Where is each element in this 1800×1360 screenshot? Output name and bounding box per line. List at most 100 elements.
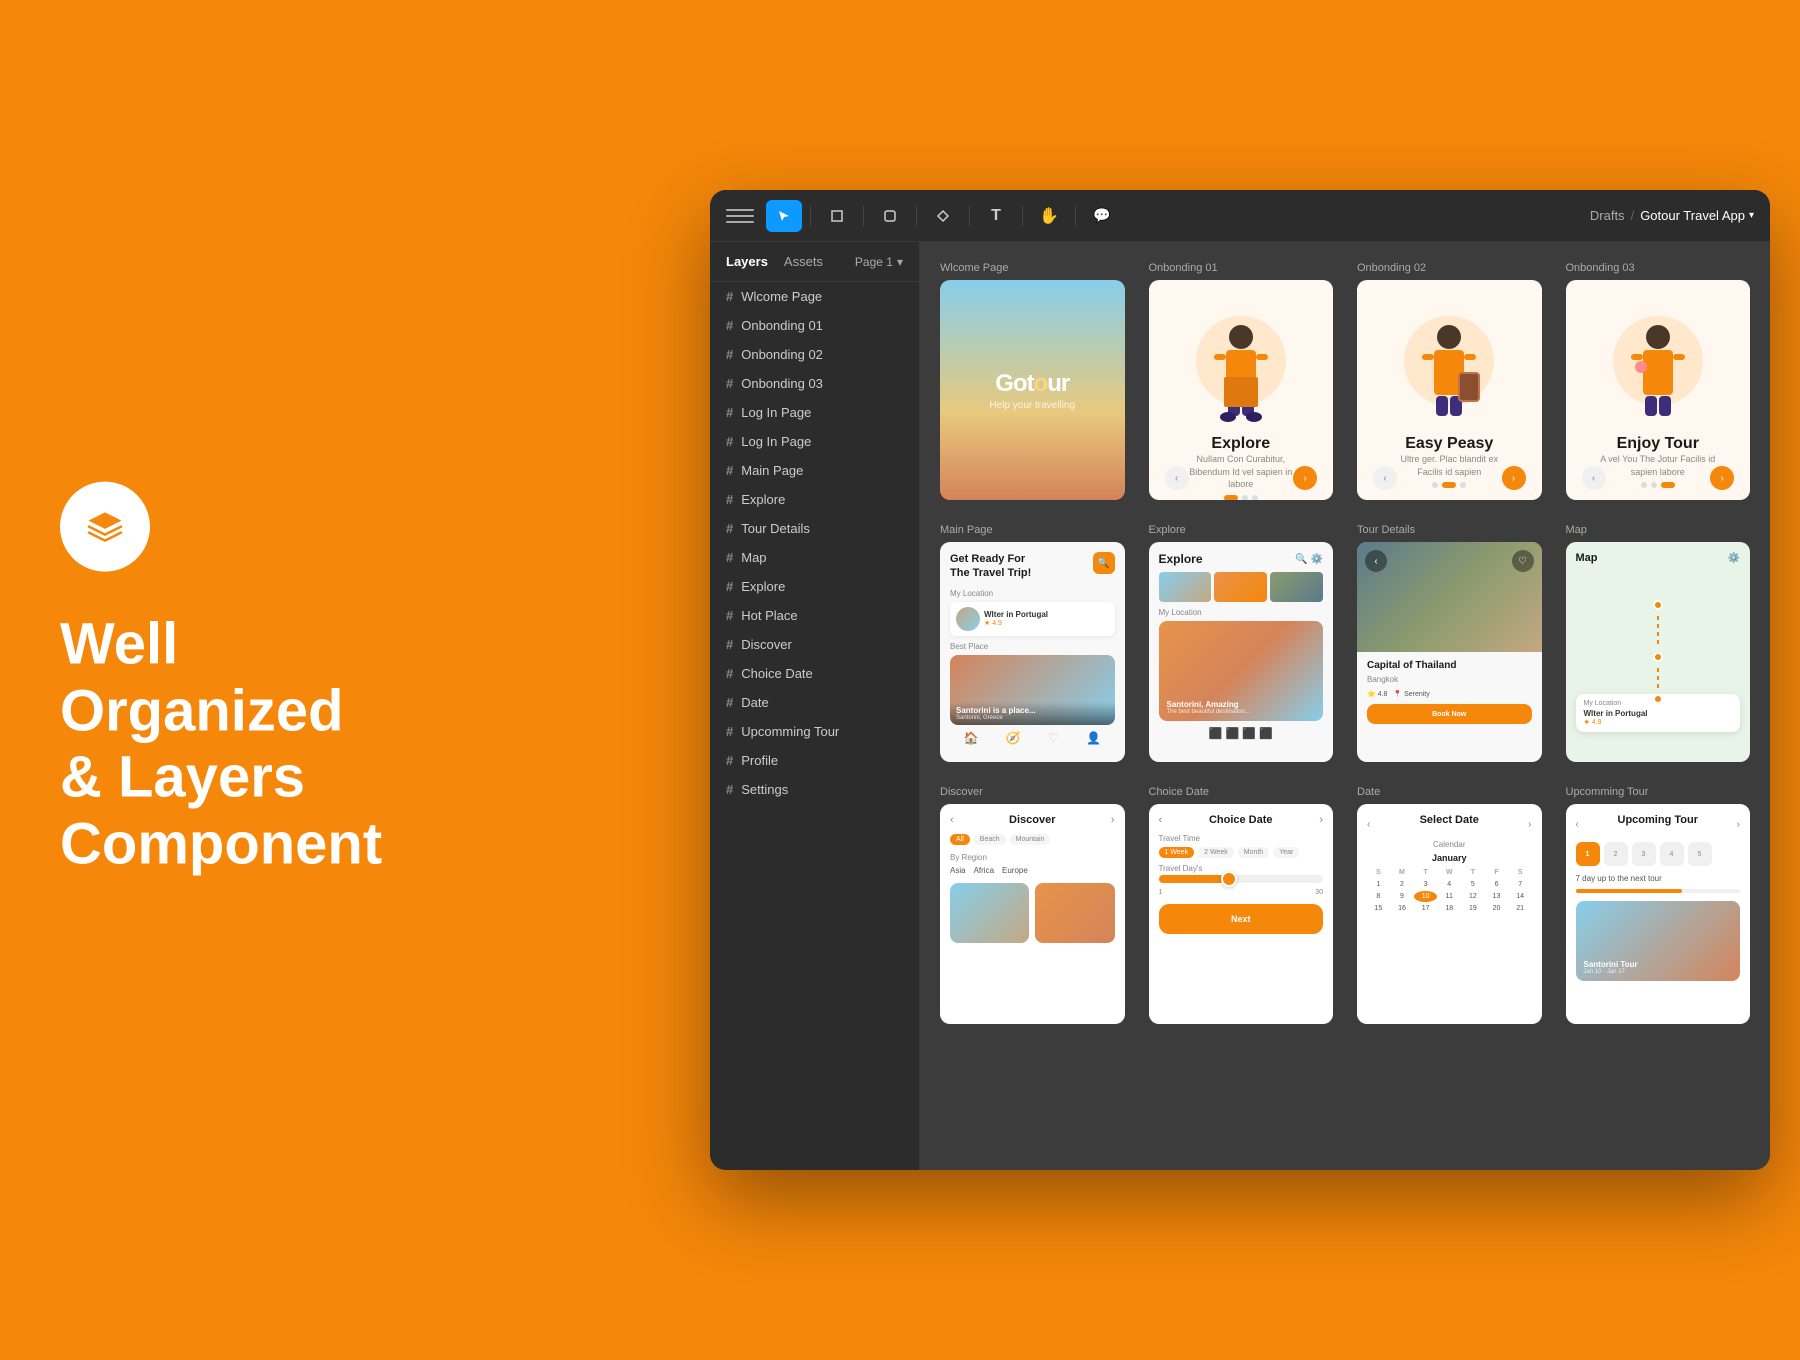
cal-2[interactable]: 2 [1391, 879, 1414, 890]
prev-arrow[interactable]: ‹ [1582, 466, 1606, 490]
cal-12[interactable]: 12 [1462, 891, 1485, 902]
shape-tool[interactable] [872, 200, 908, 232]
home-nav[interactable]: ⬛ [1209, 727, 1223, 740]
home-icon[interactable]: 🏠 [964, 731, 979, 745]
search-nav[interactable]: ⬛ [1226, 727, 1240, 740]
time-opt-year[interactable]: Year [1273, 847, 1299, 858]
time-opt-1week[interactable]: 1 Week [1159, 847, 1195, 858]
heart-icon[interactable]: ♡ [1048, 731, 1059, 745]
my-location-label: My Location [950, 589, 1115, 598]
layer-item-onboarding2[interactable]: # Onbonding 02 [710, 340, 919, 369]
region-africa[interactable]: Africa [974, 866, 994, 875]
cal-17[interactable]: 17 [1414, 903, 1437, 914]
next-arrow[interactable]: › [1502, 466, 1526, 490]
frame-label-upcoming: Upcomming Tour [1566, 786, 1751, 798]
menu-button[interactable] [726, 202, 754, 230]
layer-item-upcoming[interactable]: # Upcomming Tour [710, 717, 919, 746]
tab-layers[interactable]: Layers [726, 254, 768, 269]
layer-item-tour[interactable]: # Tour Details [710, 514, 919, 543]
cal-3[interactable]: 3 [1414, 879, 1437, 890]
tag-beach[interactable]: Beach [974, 834, 1006, 845]
next-btn[interactable]: Next [1159, 904, 1324, 934]
layer-item-login2[interactable]: # Log In Page [710, 427, 919, 456]
book-btn[interactable]: Book Now [1367, 704, 1532, 724]
date-next[interactable]: › [1528, 819, 1531, 830]
frame-label-explore: Explore [1149, 524, 1334, 536]
back-btn[interactable]: ‹ [1365, 550, 1387, 572]
cal-21[interactable]: 21 [1509, 903, 1532, 914]
cal-10[interactable]: 10 [1414, 891, 1437, 902]
layer-item-onboarding1[interactable]: # Onbonding 01 [710, 311, 919, 340]
cal-9[interactable]: 9 [1391, 891, 1414, 902]
tag-mountain[interactable]: Mountain [1010, 834, 1051, 845]
layer-item-date[interactable]: # Date [710, 688, 919, 717]
cal-13[interactable]: 13 [1485, 891, 1508, 902]
layer-item-map[interactable]: # Map [710, 543, 919, 572]
layer-item-login1[interactable]: # Log In Page [710, 398, 919, 427]
frame-tool[interactable] [819, 200, 855, 232]
search-btn[interactable]: 🔍 [1093, 552, 1115, 574]
choice-next[interactable]: › [1319, 814, 1323, 826]
date-back[interactable]: ‹ [1367, 819, 1370, 830]
slider-thumb[interactable] [1221, 871, 1237, 887]
upcoming-next[interactable]: › [1737, 819, 1740, 830]
layer-item-main[interactable]: # Main Page [710, 456, 919, 485]
tab-assets[interactable]: Assets [784, 254, 823, 269]
heart-nav[interactable]: ⬛ [1242, 727, 1256, 740]
prev-arrow[interactable]: ‹ [1165, 466, 1189, 490]
breadcrumb-project[interactable]: Gotour Travel App ▾ [1640, 208, 1754, 223]
bookmark-btn[interactable]: ♡ [1512, 550, 1534, 572]
layer-item-hotplace[interactable]: # Hot Place [710, 601, 919, 630]
compass-icon[interactable]: 🧭 [1006, 731, 1021, 745]
region-europe[interactable]: Europe [1002, 866, 1028, 875]
choice-back[interactable]: ‹ [1159, 814, 1163, 826]
cal-4[interactable]: 4 [1438, 879, 1461, 890]
layer-item-welcome[interactable]: # Wlcome Page [710, 282, 919, 311]
time-opt-month[interactable]: Month [1238, 847, 1269, 858]
tool-separator-6 [1075, 206, 1076, 226]
page-selector[interactable]: Page 1 ▾ [855, 255, 903, 269]
comment-tool[interactable]: 💬 [1084, 200, 1120, 232]
cal-14[interactable]: 14 [1509, 891, 1532, 902]
filter-icon[interactable]: ⚙️ [1311, 554, 1323, 565]
cal-20[interactable]: 20 [1485, 903, 1508, 914]
search-icon[interactable]: 🔍 [1295, 554, 1307, 565]
date-badge-5: 5 [1688, 842, 1712, 866]
cal-7[interactable]: 7 [1509, 879, 1532, 890]
page-label: Page 1 [855, 255, 893, 269]
hand-tool[interactable]: ✋ [1031, 200, 1067, 232]
days-slider[interactable] [1159, 875, 1324, 883]
layer-item-explore2[interactable]: # Explore [710, 572, 919, 601]
layer-item-onboarding3[interactable]: # Onbonding 03 [710, 369, 919, 398]
user-nav[interactable]: ⬛ [1259, 727, 1273, 740]
layer-item-explore1[interactable]: # Explore [710, 485, 919, 514]
layer-item-settings[interactable]: # Settings [710, 775, 919, 804]
user-icon[interactable]: 👤 [1086, 731, 1101, 745]
layer-item-discover[interactable]: # Discover [710, 630, 919, 659]
cal-8[interactable]: 8 [1367, 891, 1390, 902]
cal-11[interactable]: 11 [1438, 891, 1461, 902]
cal-6[interactable]: 6 [1485, 879, 1508, 890]
layer-item-choicedate[interactable]: # Choice Date [710, 659, 919, 688]
prev-arrow[interactable]: ‹ [1373, 466, 1397, 490]
layer-item-profile[interactable]: # Profile [710, 746, 919, 775]
cal-16[interactable]: 16 [1391, 903, 1414, 914]
cal-15[interactable]: 15 [1367, 903, 1390, 914]
cal-19[interactable]: 19 [1462, 903, 1485, 914]
tag-all[interactable]: All [950, 834, 970, 845]
cal-1[interactable]: 1 [1367, 879, 1390, 890]
select-tool[interactable] [766, 200, 802, 232]
time-opt-2week[interactable]: 2 Week [1198, 847, 1234, 858]
cal-18[interactable]: 18 [1438, 903, 1461, 914]
upcoming-back[interactable]: ‹ [1576, 819, 1579, 830]
discover-dots[interactable]: › [1111, 814, 1115, 826]
next-arrow[interactable]: › [1710, 466, 1734, 490]
next-arrow[interactable]: › [1293, 466, 1317, 490]
pen-tool[interactable] [925, 200, 961, 232]
breadcrumb-sep: / [1631, 208, 1635, 223]
region-asia[interactable]: Asia [950, 866, 966, 875]
map-filter-icon[interactable]: ⚙️ [1728, 553, 1740, 564]
text-tool[interactable]: T [978, 200, 1014, 232]
cal-5[interactable]: 5 [1462, 879, 1485, 890]
discover-back[interactable]: ‹ [950, 814, 954, 826]
